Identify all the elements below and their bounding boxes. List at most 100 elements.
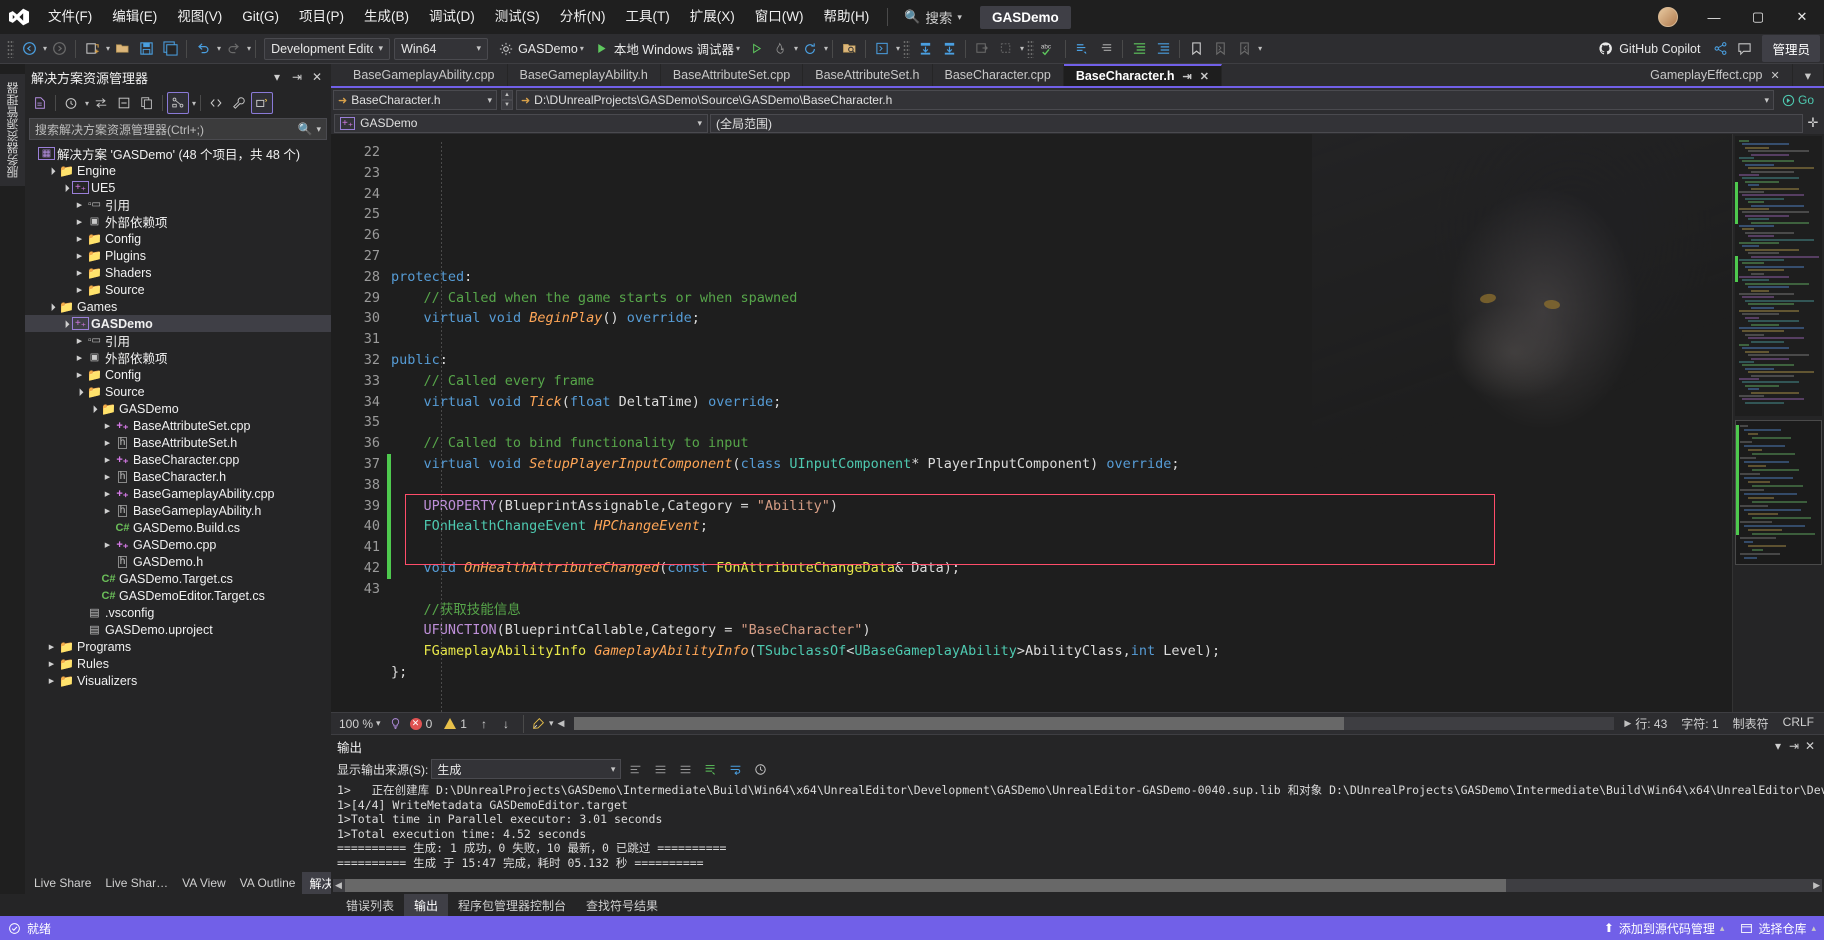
expander-closed-icon[interactable]: ▶	[73, 371, 86, 379]
tab-error-list[interactable]: 错误列表	[336, 894, 404, 917]
toolbar-grip-3[interactable]	[1027, 39, 1035, 58]
code-line-34[interactable]: UPROPERTY(BlueprintAssignable,Category =…	[391, 496, 1732, 517]
context-project-combo[interactable]: +₊ GASDemo ▾	[334, 113, 708, 133]
code-line-28[interactable]: // Called every frame	[391, 371, 1732, 392]
show-timestamps-icon[interactable]	[749, 759, 771, 779]
navbar-path-box[interactable]: ➜ D:\DUnrealProjects\GASDemo\Source\GASD…	[515, 90, 1774, 110]
tree-item-gasdemoeditor-target-cs[interactable]: C# GASDemoEditor.Target.cs	[25, 587, 331, 604]
prev-bookmark-icon[interactable]	[1232, 37, 1256, 61]
expander-closed-icon[interactable]: ▶	[101, 490, 114, 498]
expander-closed-icon[interactable]: ▶	[73, 269, 86, 277]
show-all-files-icon[interactable]	[136, 92, 158, 114]
startup-project-label[interactable]: GASDemo	[518, 42, 578, 56]
sync-with-active-document-icon[interactable]	[90, 92, 112, 114]
tree-item-basecharacter-cpp[interactable]: ▶ +₊ BaseCharacter.cpp	[25, 451, 331, 468]
start-without-debugging-icon[interactable]	[744, 37, 768, 61]
expander-closed-icon[interactable]: ▶	[73, 337, 86, 345]
breakpoints-icon[interactable]	[994, 37, 1018, 61]
indent-decrease-icon[interactable]	[1151, 37, 1175, 61]
collapse-all-icon[interactable]	[113, 92, 135, 114]
solution-view-toggle-icon[interactable]	[167, 92, 190, 114]
start-debug-play-icon[interactable]	[590, 37, 614, 61]
breakpoints-dropdown-icon[interactable]: ▾	[1020, 44, 1024, 53]
tree-item-[interactable]: ▶ ▫▭ 引用	[25, 332, 331, 349]
solution-explorer-search-icon[interactable]	[837, 37, 861, 61]
code-line-25[interactable]: virtual void BeginPlay() override;	[391, 308, 1732, 329]
expander-closed-icon[interactable]: ▶	[73, 252, 86, 260]
tree-item-visualizers[interactable]: ▶ 📁 Visualizers	[25, 672, 331, 689]
code-line-22[interactable]	[391, 246, 1732, 267]
pin-icon[interactable]: ⇥	[289, 69, 305, 85]
window-layout-icon[interactable]	[870, 37, 894, 61]
menu-tools[interactable]: 工具(T)	[616, 0, 680, 34]
doc-tab-basecharacter-h[interactable]: BaseCharacter.h ⇥ ✕	[1063, 64, 1222, 86]
tree-item-gasdemo[interactable]: ◢ +₊ GASDemo	[25, 315, 331, 332]
prev-issue-icon[interactable]: ↑	[475, 717, 493, 731]
toggle-word-wrap-icon[interactable]	[724, 759, 746, 779]
minimap-scrollbar-column[interactable]: ✛	[1732, 134, 1824, 712]
tree-item-gasdemo-uproject[interactable]: ▤ GASDemo.uproject	[25, 621, 331, 638]
code-line-41[interactable]: FGameplayAbilityInfo GameplayAbilityInfo…	[391, 641, 1732, 662]
tree-item-gasdemo-h[interactable]: h GASDemo.h	[25, 553, 331, 570]
bookmark-dropdown-icon[interactable]: ▾	[1258, 44, 1262, 53]
tree-item-source[interactable]: ▶ 📁 Source	[25, 281, 331, 298]
step-out-icon[interactable]	[970, 37, 994, 61]
expander-open-icon[interactable]: ◢	[72, 384, 87, 399]
spinner-up-icon[interactable]: ▲	[501, 90, 513, 100]
output-source-combo[interactable]: 生成 ▾	[431, 759, 622, 779]
server-explorer-vertical-tab[interactable]: 服务器资源管理器	[0, 74, 25, 186]
go-to-next-icon[interactable]	[674, 759, 696, 779]
code-line-29[interactable]: virtual void Tick(float DeltaTime) overr…	[391, 392, 1732, 413]
pin-icon[interactable]: ⇥	[1182, 70, 1191, 83]
tree-item-[interactable]: ▶ ▣ 外部依赖项	[25, 213, 331, 230]
tree-item-gasdemo-target-cs[interactable]: C# GASDemo.Target.cs	[25, 570, 331, 587]
chevron-down-icon[interactable]: ▾	[1770, 738, 1786, 754]
menu-project[interactable]: 项目(P)	[289, 0, 354, 34]
navigate-backward-icon[interactable]	[17, 37, 41, 61]
code-line-31[interactable]: // Called to bind functionality to input	[391, 433, 1732, 454]
warning-count[interactable]: 1	[440, 717, 471, 731]
doc-tab-basegameplayability-cpp[interactable]: BaseGameplayAbility.cpp	[341, 64, 508, 86]
code-line-37[interactable]: void OnHealthAttributeChanged(const FOnA…	[391, 558, 1732, 579]
close-icon[interactable]: ✕	[1802, 738, 1818, 754]
menu-debug[interactable]: 调试(D)	[419, 0, 485, 34]
github-copilot-button[interactable]: GitHub Copilot	[1590, 41, 1708, 56]
tab-package-manager[interactable]: 程序包管理器控制台	[448, 894, 576, 917]
expander-closed-icon[interactable]: ▶	[101, 473, 114, 481]
tree-item-config[interactable]: ▶ 📁 Config	[25, 230, 331, 247]
hscroll-right-arrow[interactable]: ▶	[1624, 718, 1631, 729]
menu-build[interactable]: 生成(B)	[354, 0, 419, 34]
debugger-label[interactable]: 本地 Windows 调试器	[614, 39, 734, 58]
open-file-icon[interactable]	[110, 37, 134, 61]
doc-tab-baseattributeset-h[interactable]: BaseAttributeSet.h	[803, 64, 933, 86]
code-line-40[interactable]: UFUNCTION(BlueprintCallable,Category = "…	[391, 620, 1732, 641]
tab-va-outline[interactable]: VA Outline	[233, 873, 303, 893]
code-editor[interactable]: 22 23 24 25 26 27 28 29 30 31 32 33 34 35 36 37 38 39 40 41…	[331, 134, 1824, 712]
code-line-38[interactable]	[391, 579, 1732, 600]
zoom-combo[interactable]: 100 % ▾	[335, 717, 385, 731]
error-count[interactable]: ✕ 0	[406, 717, 437, 731]
code-line-36[interactable]	[391, 537, 1732, 558]
menu-edit[interactable]: 编辑(E)	[102, 0, 167, 34]
view-code-icon[interactable]	[205, 92, 227, 114]
tree-item-[interactable]: ▶ ▫▭ 引用	[25, 196, 331, 213]
share-icon[interactable]	[1708, 37, 1732, 61]
menu-git[interactable]: Git(G)	[232, 0, 289, 34]
code-line-30[interactable]	[391, 412, 1732, 433]
maximize-button[interactable]: ▢	[1736, 0, 1780, 34]
code-line-35[interactable]: FOnHealthChangeEvent HPChangeEvent;	[391, 516, 1732, 537]
next-bookmark-icon[interactable]	[1208, 37, 1232, 61]
menu-window[interactable]: 窗口(W)	[745, 0, 814, 34]
tab-live-share[interactable]: Live Share	[27, 873, 98, 893]
menu-view[interactable]: 视图(V)	[167, 0, 232, 34]
layout-dropdown-icon[interactable]: ▾	[896, 44, 900, 53]
startup-project-gear-icon[interactable]	[494, 37, 518, 61]
toolbar-grip[interactable]	[7, 39, 14, 58]
close-icon[interactable]: ✕	[1771, 69, 1780, 82]
menu-test[interactable]: 测试(S)	[485, 0, 550, 34]
tree-item-[interactable]: ▶ ▣ 外部依赖项	[25, 349, 331, 366]
tree-item-gasdemo-build-cs[interactable]: C# GASDemo.Build.cs	[25, 519, 331, 536]
save-icon[interactable]	[134, 37, 158, 61]
scroll-left-arrow[interactable]: ◀	[335, 880, 342, 891]
find-message-icon[interactable]	[624, 759, 646, 779]
